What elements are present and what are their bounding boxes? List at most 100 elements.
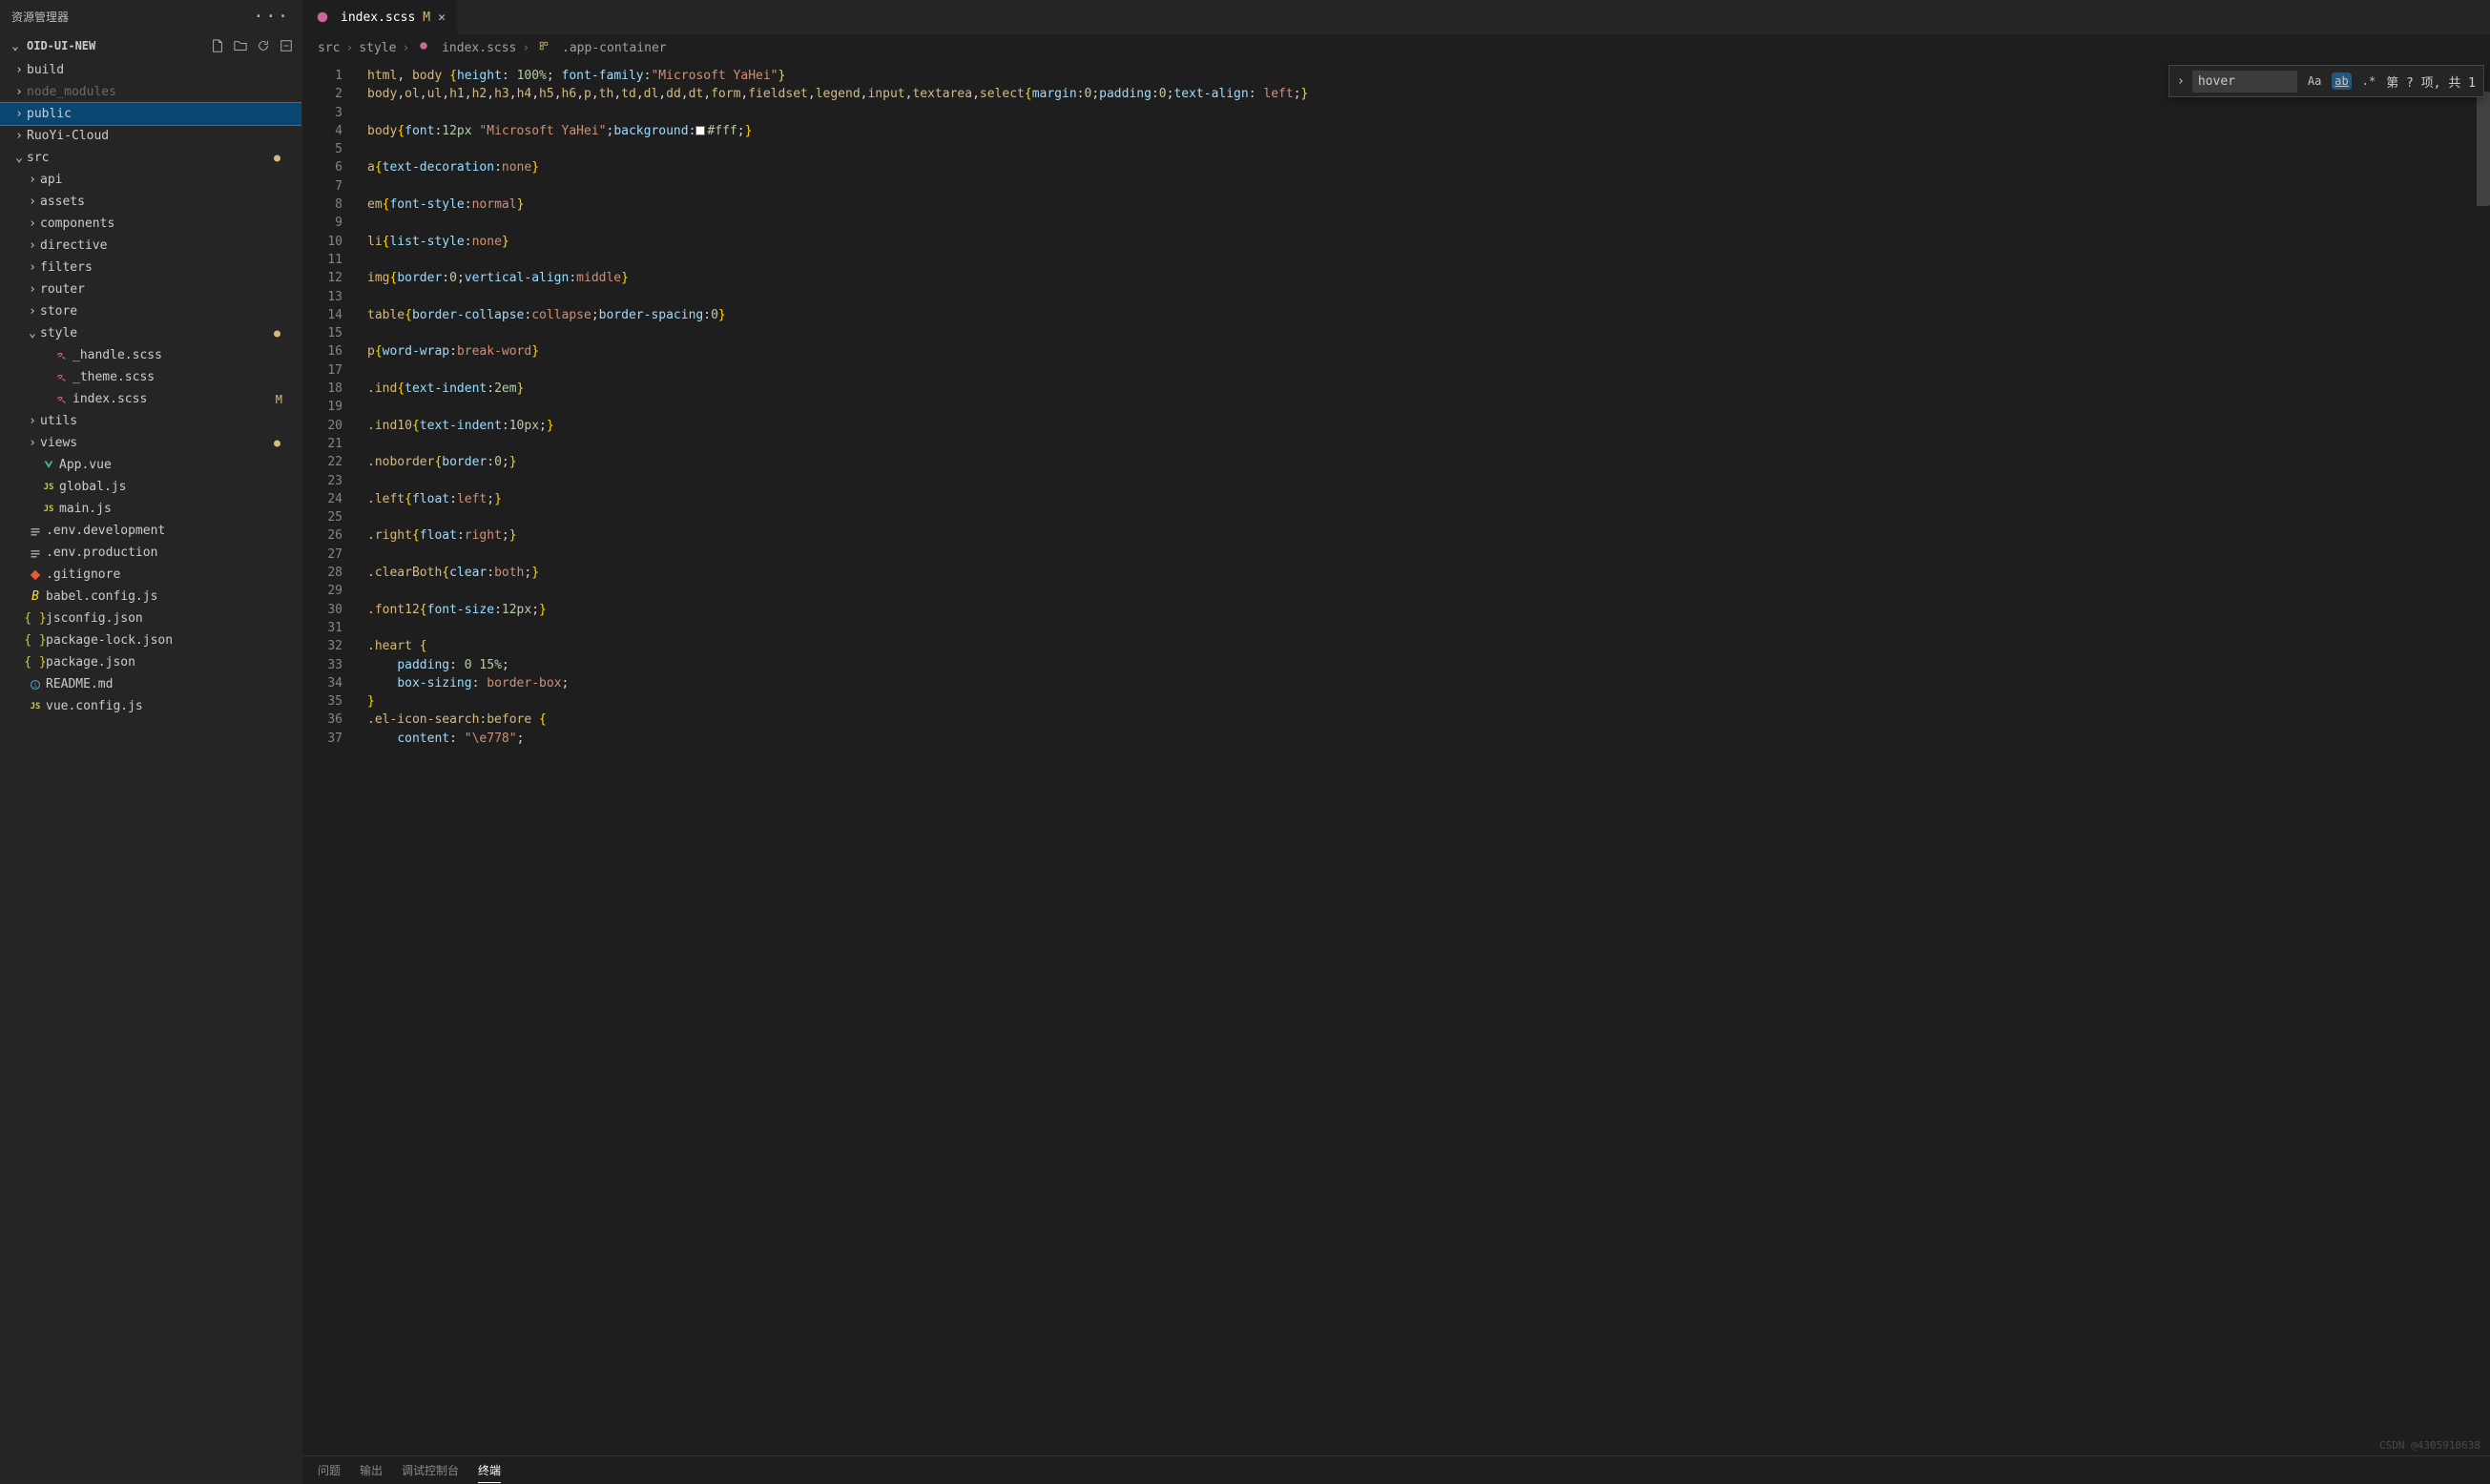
code-line[interactable]: padding: 0 15%; bbox=[367, 656, 2490, 674]
code-line[interactable]: content: "\e778"; bbox=[367, 730, 2490, 748]
new-file-icon[interactable] bbox=[210, 38, 225, 53]
folder-style[interactable]: ⌄style bbox=[0, 322, 301, 344]
folder-assets[interactable]: ›assets bbox=[0, 191, 301, 213]
js-icon: JS bbox=[40, 483, 57, 492]
whole-word-icon[interactable]: ab bbox=[2332, 72, 2351, 90]
crumb-index.scss[interactable]: index.scss bbox=[415, 40, 516, 55]
file-package.json[interactable]: { }package.json bbox=[0, 651, 301, 673]
crumb-style[interactable]: style bbox=[359, 41, 396, 55]
code-line[interactable] bbox=[367, 361, 2490, 380]
code-line[interactable]: em{font-style:normal} bbox=[367, 196, 2490, 214]
code-line[interactable] bbox=[367, 104, 2490, 122]
code-line[interactable] bbox=[367, 435, 2490, 453]
code-line[interactable]: .right{float:right;} bbox=[367, 526, 2490, 545]
code-line[interactable]: box-sizing: border-box; bbox=[367, 674, 2490, 692]
code-line[interactable] bbox=[367, 472, 2490, 490]
code-line[interactable]: .font12{font-size:12px;} bbox=[367, 601, 2490, 619]
code-line[interactable] bbox=[367, 140, 2490, 158]
code-line[interactable]: .heart { bbox=[367, 637, 2490, 655]
code-line[interactable] bbox=[367, 582, 2490, 600]
folder-RuoYi-Cloud[interactable]: ›RuoYi-Cloud bbox=[0, 125, 301, 147]
code-line[interactable] bbox=[367, 619, 2490, 637]
vue-icon bbox=[40, 460, 57, 471]
panel-tab-3[interactable]: 终端 bbox=[478, 1458, 501, 1483]
file-jsconfig.json[interactable]: { }jsconfig.json bbox=[0, 608, 301, 629]
file-global.js[interactable]: JSglobal.js bbox=[0, 476, 301, 498]
file-index.scss[interactable]: index.scssM bbox=[0, 388, 301, 410]
project-header[interactable]: ⌄ OID-UI-NEW bbox=[0, 32, 301, 59]
folder-router[interactable]: ›router bbox=[0, 278, 301, 300]
panel-tab-0[interactable]: 问题 bbox=[318, 1458, 341, 1482]
folder-views[interactable]: ›views bbox=[0, 432, 301, 454]
code-line[interactable] bbox=[367, 398, 2490, 416]
folder-public[interactable]: ›public bbox=[0, 103, 301, 125]
code-line[interactable] bbox=[367, 546, 2490, 564]
file-_theme.scss[interactable]: _theme.scss bbox=[0, 366, 301, 388]
chevron-down-icon: ⌄ bbox=[8, 39, 23, 52]
code-line[interactable] bbox=[367, 288, 2490, 306]
folder-directive[interactable]: ›directive bbox=[0, 235, 301, 257]
code-line[interactable]: body{font:12px "Microsoft YaHei";backgro… bbox=[367, 122, 2490, 140]
tab-index-scss[interactable]: index.scss M ✕ bbox=[302, 0, 458, 34]
folder-store[interactable]: ›store bbox=[0, 300, 301, 322]
code-line[interactable]: table{border-collapse:collapse;border-sp… bbox=[367, 306, 2490, 324]
code-line[interactable]: a{text-decoration:none} bbox=[367, 158, 2490, 176]
code-line[interactable]: .left{float:left;} bbox=[367, 490, 2490, 508]
find-widget: › Aa ab .* 第 ? 项, 共 1 bbox=[2168, 65, 2484, 97]
code-line[interactable] bbox=[367, 177, 2490, 196]
breadcrumb[interactable]: src› style› index.scss› .app-container bbox=[302, 34, 2490, 61]
folder-utils[interactable]: ›utils bbox=[0, 410, 301, 432]
code-line[interactable]: p{word-wrap:break-word} bbox=[367, 342, 2490, 361]
code-line[interactable] bbox=[367, 508, 2490, 526]
find-expand-icon[interactable]: › bbox=[2177, 74, 2185, 89]
tree-label: style bbox=[40, 326, 77, 340]
more-icon[interactable]: ··· bbox=[253, 7, 290, 27]
close-icon[interactable]: ✕ bbox=[438, 10, 446, 25]
file-App.vue[interactable]: App.vue bbox=[0, 454, 301, 476]
crumb-src[interactable]: src bbox=[318, 41, 340, 55]
file-.env.development[interactable]: .env.development bbox=[0, 520, 301, 542]
refresh-icon[interactable] bbox=[256, 38, 271, 53]
find-input[interactable] bbox=[2192, 71, 2297, 93]
folder-node_modules[interactable]: ›node_modules bbox=[0, 81, 301, 103]
chevron-icon: › bbox=[25, 414, 40, 428]
tree-label: utils bbox=[40, 414, 77, 428]
code-line[interactable]: .noborder{border:0;} bbox=[367, 453, 2490, 471]
folder-filters[interactable]: ›filters bbox=[0, 257, 301, 278]
code-line[interactable] bbox=[367, 324, 2490, 342]
file-babel.config.js[interactable]: Bbabel.config.js bbox=[0, 586, 301, 608]
file-.env.production[interactable]: .env.production bbox=[0, 542, 301, 564]
code-line[interactable]: } bbox=[367, 692, 2490, 711]
new-folder-icon[interactable] bbox=[233, 38, 248, 53]
code-line[interactable]: .ind10{text-indent:10px;} bbox=[367, 417, 2490, 435]
folder-build[interactable]: ›build bbox=[0, 59, 301, 81]
code-line[interactable]: .ind{text-indent:2em} bbox=[367, 380, 2490, 398]
code-line[interactable] bbox=[367, 214, 2490, 232]
folder-src[interactable]: ⌄src bbox=[0, 147, 301, 169]
file-vue.config.js[interactable]: JSvue.config.js bbox=[0, 695, 301, 717]
code-line[interactable]: li{list-style:none} bbox=[367, 233, 2490, 251]
panel-tab-2[interactable]: 调试控制台 bbox=[402, 1458, 459, 1482]
panel-tab-1[interactable]: 输出 bbox=[360, 1458, 383, 1482]
code-content[interactable]: html, body {height: 100%; font-family:"M… bbox=[356, 61, 2490, 1455]
regex-icon[interactable]: .* bbox=[2359, 72, 2378, 90]
scrollbar[interactable] bbox=[2477, 92, 2490, 206]
match-case-icon[interactable]: Aa bbox=[2305, 72, 2324, 90]
file-main.js[interactable]: JSmain.js bbox=[0, 498, 301, 520]
file-_handle.scss[interactable]: _handle.scss bbox=[0, 344, 301, 366]
code-line[interactable] bbox=[367, 251, 2490, 269]
env-icon bbox=[27, 526, 44, 537]
folder-api[interactable]: ›api bbox=[0, 169, 301, 191]
code-line[interactable]: .clearBoth{clear:both;} bbox=[367, 564, 2490, 582]
code-line[interactable]: img{border:0;vertical-align:middle} bbox=[367, 269, 2490, 287]
js-icon: JS bbox=[40, 505, 57, 514]
crumb-.app-container[interactable]: .app-container bbox=[535, 40, 666, 55]
file-README.md[interactable]: iREADME.md bbox=[0, 673, 301, 695]
folder-components[interactable]: ›components bbox=[0, 213, 301, 235]
file-package-lock.json[interactable]: { }package-lock.json bbox=[0, 629, 301, 651]
code-line[interactable]: .el-icon-search:before { bbox=[367, 711, 2490, 729]
file-tree[interactable]: ›build›node_modules›public›RuoYi-Cloud⌄s… bbox=[0, 59, 301, 1484]
tree-label: vue.config.js bbox=[46, 699, 143, 713]
file-.gitignore[interactable]: .gitignore bbox=[0, 564, 301, 586]
collapse-icon[interactable] bbox=[279, 38, 294, 53]
